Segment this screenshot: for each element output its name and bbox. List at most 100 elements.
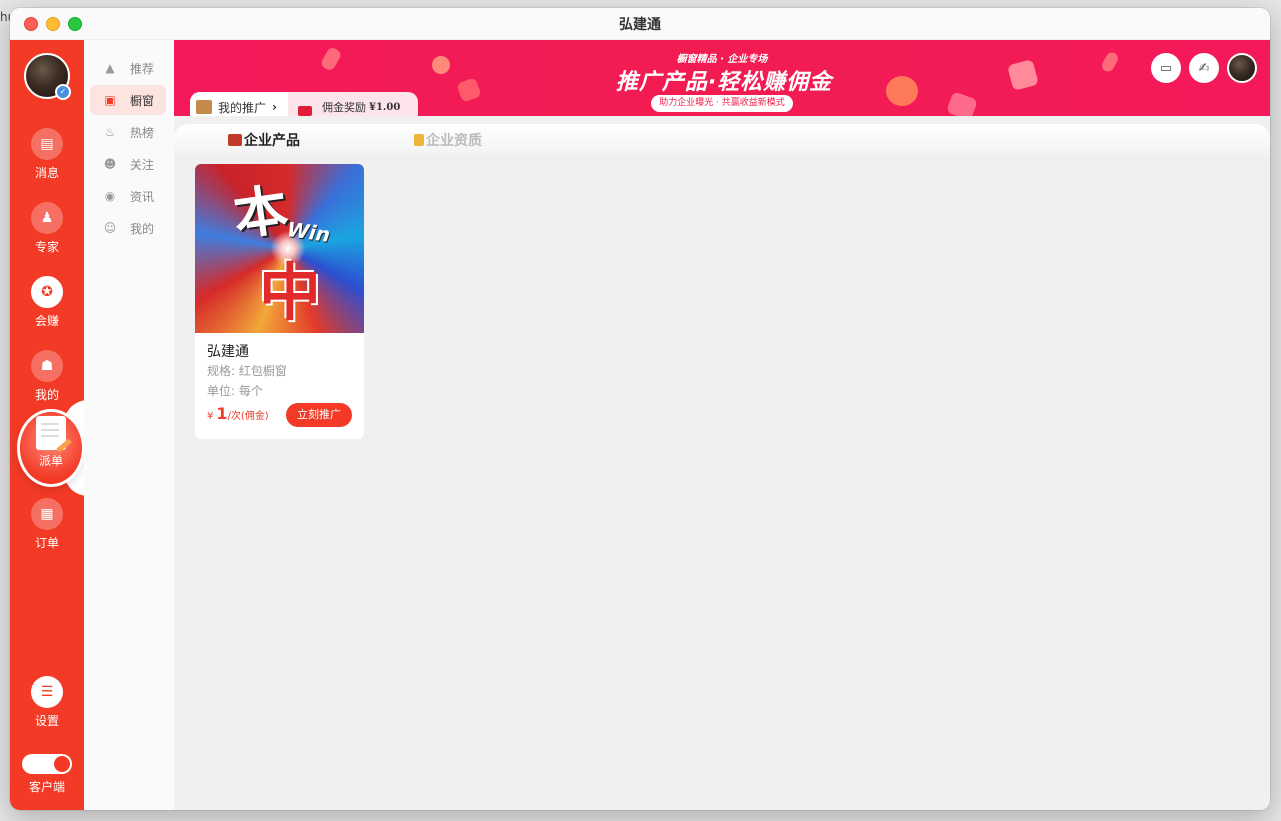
window-icon: ▭ (1159, 60, 1173, 76)
subnav-item-follow[interactable]: ☻ 关注 (90, 149, 166, 179)
briefcase-icon (228, 134, 242, 146)
product-unit: 单位: 每个 (207, 384, 263, 398)
promo-summary: 我的推广 › 佣金奖励 ¥1.00 (190, 92, 418, 116)
verified-badge-icon: ✓ (55, 84, 71, 100)
subnav-item-hot[interactable]: ♨ 热榜 (90, 117, 166, 147)
banner-subtitle-pill: 助力企业曝光 · 共赢收益新模式 (651, 95, 793, 112)
secondary-sidebar: ▲ 推荐 ▣ 橱窗 ♨ 热榜 ☻ 关注 ◉ 资讯 ☺ 我的 (84, 40, 174, 810)
dispatch-icon (36, 416, 66, 450)
settings-label: 设置 (34, 714, 59, 728)
tab-enterprise-products[interactable]: 企业产品 (228, 130, 300, 150)
sidebar-item-label: 专家 (34, 240, 59, 254)
promote-now-button[interactable]: 立刻推广 (286, 403, 352, 427)
window-toggle-button[interactable]: ▭ (1151, 53, 1181, 83)
pen-icon: ✍ (1198, 60, 1210, 76)
product-spec: 规格: 红包橱窗 (207, 364, 287, 378)
tab-enterprise-qualification[interactable]: 企业资质 (414, 130, 482, 150)
package-icon (196, 100, 212, 114)
chevron-right-icon: › (272, 100, 277, 114)
medal-icon (414, 134, 424, 146)
sidebar-item-earn[interactable]: ✪ 会赚 (10, 276, 84, 329)
product-price: ¥ 1 /次(佣金) (207, 404, 269, 423)
product-name: 弘建通 (207, 344, 249, 360)
window-title: 弘建通 (619, 16, 661, 33)
tab-label: 企业产品 (244, 133, 300, 149)
banner-headline: 推广产品·轻松赚佣金 (615, 70, 833, 95)
storefront-icon: ▣ (104, 93, 116, 107)
title-bar: 弘建通 (10, 8, 1270, 40)
dispatch-button[interactable]: 派单 (20, 412, 82, 484)
toggle-knob (54, 756, 70, 772)
banner-decoration (886, 76, 918, 106)
subnav-item-recommend[interactable]: ▲ 推荐 (90, 53, 166, 83)
zoom-window-button[interactable] (68, 17, 82, 31)
reward-amount: ¥1.00 (369, 101, 401, 113)
image-text: 本 (229, 177, 292, 248)
order-icon: ▦ (31, 498, 63, 530)
settings-sliders-icon: ☰ (31, 676, 63, 708)
product-card[interactable]: 本 Win 中 弘建通 规格: 红包橱窗 单位: 每个 ¥ 1 /次(佣金) 立… (195, 164, 364, 439)
banner-decoration (432, 56, 450, 74)
app-window: 弘建通 ✓ ▤ 消息 ♟ 专家 ✪ 会赚 ☗ 我的 派单 ▦ 订单 ☰ 设置 客… (10, 8, 1270, 810)
close-window-button[interactable] (24, 17, 38, 31)
subnav-item-label: 热榜 (130, 125, 155, 140)
window-controls (24, 17, 82, 31)
sidebar-item-label: 消息 (34, 166, 59, 180)
sidebar-item-orders[interactable]: ▦ 订单 (10, 498, 84, 551)
sidebar-item-settings[interactable]: ☰ 设置 (10, 676, 84, 729)
sidebar-item-messages[interactable]: ▤ 消息 (10, 128, 84, 181)
currency-symbol: ¥ (207, 411, 214, 422)
client-mode-toggle[interactable] (22, 754, 72, 774)
tab-label: 企业资质 (426, 133, 482, 149)
sidebar-item-label: 我的 (34, 388, 59, 402)
banner-decoration (456, 77, 482, 103)
reward-label: 佣金奖励 (322, 101, 366, 114)
price-unit: /次(佣金) (227, 411, 269, 422)
broadcast-icon: ◉ (104, 189, 116, 203)
client-label: 客户端 (28, 780, 65, 794)
subnav-item-label: 我的 (130, 221, 155, 236)
minimize-window-button[interactable] (46, 17, 60, 31)
product-image: 本 Win 中 (195, 164, 364, 333)
profile-icon: ☗ (31, 350, 63, 382)
sidebar-item-experts[interactable]: ♟ 专家 (10, 202, 84, 255)
edit-button[interactable]: ✍ (1189, 53, 1219, 83)
earn-icon: ✪ (31, 276, 63, 308)
tabs-bar: 企业产品 企业资质 (174, 124, 1270, 154)
subnav-item-label: 橱窗 (130, 93, 155, 108)
gift-decoration (1007, 59, 1039, 91)
banner-decoration (1099, 50, 1121, 74)
subnav-item-news[interactable]: ◉ 资讯 (90, 181, 166, 211)
banner-decoration (319, 45, 343, 73)
banner-kicker: 橱窗精品 · 企业专场 (676, 54, 768, 65)
subnav-item-showcase[interactable]: ▣ 橱窗 (90, 85, 166, 115)
image-text: 中 (259, 256, 322, 329)
thumbs-up-icon: ▲ (105, 61, 115, 75)
sidebar-item-label: 订单 (34, 536, 59, 550)
client-label-wrap: 客户端 (10, 778, 84, 795)
user-avatar[interactable] (1227, 53, 1257, 83)
user-icon: ☺ (103, 221, 117, 235)
follow-icon: ☻ (103, 157, 117, 171)
promo-banner: 橱窗精品 · 企业专场 推广产品·轻松赚佣金 助力企业曝光 · 共赢收益新模式 … (174, 40, 1270, 116)
flame-icon: ♨ (104, 125, 116, 139)
content-panel: 企业产品 企业资质 本 Win 中 弘建通 规格: 红包橱窗 单位: 每个 ¥ (174, 124, 1270, 810)
expert-icon: ♟ (31, 202, 63, 234)
reward-summary: 佣金奖励 ¥1.00 (288, 98, 400, 116)
subnav-item-label: 推荐 (130, 61, 155, 76)
primary-sidebar: ✓ ▤ 消息 ♟ 专家 ✪ 会赚 ☗ 我的 派单 ▦ 订单 ☰ 设置 客户端 (10, 40, 104, 810)
banner-decoration (946, 91, 978, 116)
subnav-item-label: 关注 (130, 157, 155, 172)
message-icon: ▤ (31, 128, 63, 160)
sidebar-item-label: 会赚 (34, 314, 59, 328)
my-promo-link[interactable]: 我的推广 › (190, 92, 288, 116)
subnav-item-label: 资讯 (130, 189, 155, 204)
dispatch-label: 派单 (38, 454, 63, 468)
subnav-item-mine[interactable]: ☺ 我的 (90, 213, 166, 243)
sidebar-item-mine[interactable]: ☗ 我的 (10, 350, 84, 403)
red-envelope-icon (298, 106, 312, 116)
sidebar-avatar[interactable]: ✓ (24, 53, 71, 100)
price-value: 1 (216, 404, 228, 423)
main-content: 橱窗精品 · 企业专场 推广产品·轻松赚佣金 助力企业曝光 · 共赢收益新模式 … (174, 40, 1270, 810)
my-promo-label: 我的推广 (218, 100, 267, 115)
